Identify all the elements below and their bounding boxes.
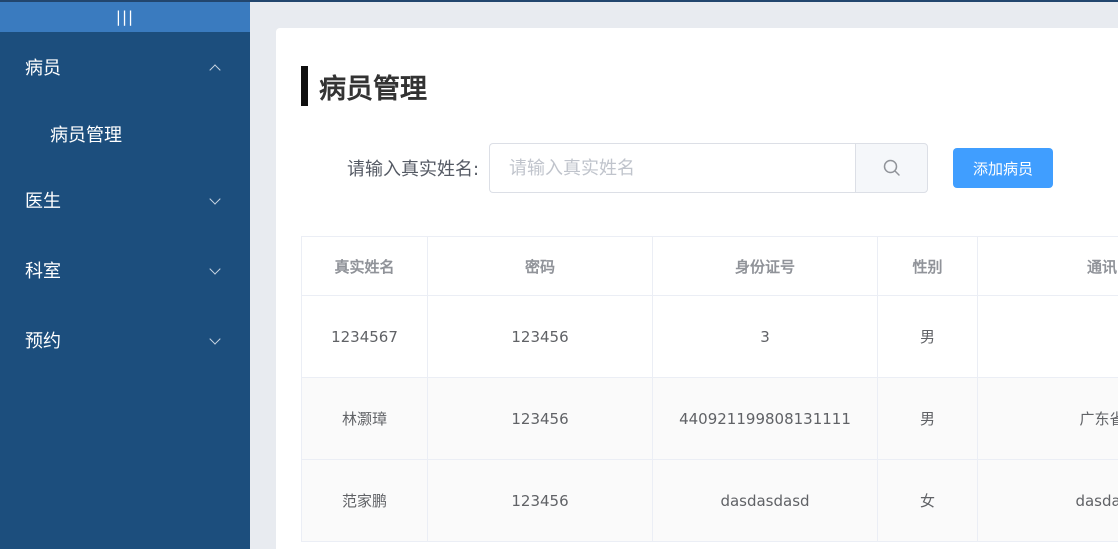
menu-item-label: 科室 [25,261,61,282]
menu-item-doctors[interactable]: 医生 [0,165,250,235]
chevron-up-icon [209,64,221,76]
add-patient-button[interactable]: 添加病员 [953,148,1053,188]
submenu-item-label: 病员管理 [50,124,122,146]
menu-item-label: 医生 [25,191,61,212]
table-cell: 广东省 [977,377,1118,460]
chevron-down-icon [209,193,221,205]
search-button[interactable] [855,143,928,193]
table-cell: 男 [877,377,978,460]
search-icon [883,159,900,176]
page-title: 病员管理 [301,66,427,106]
table-cell: 3 [652,295,878,378]
submenu-item-patient-management[interactable]: 病员管理 [0,102,250,165]
table-cell: 123456 [427,295,653,378]
sidebar-menu: 病员 病员管理 医生 科室 预约 [0,32,250,375]
table-cell: 范家鹏 [301,459,428,542]
column-header: 通讯 [977,236,1118,296]
patient-table: 真实姓名 密码 身份证号 性别 通讯 1234567 123456 3 男 林灏… [301,236,1118,542]
patient-table-wrapper: 真实姓名 密码 身份证号 性别 通讯 1234567 123456 3 男 林灏… [301,236,1118,549]
table-row[interactable]: 林灏璋 123456 440921199808131111 男 广东省 [301,377,1118,460]
table-cell: dasdas [977,459,1118,542]
table-row[interactable]: 范家鹏 123456 dasdasdasd 女 dasdas [301,459,1118,542]
table-cell [977,295,1118,378]
table-cell: 林灏璋 [301,377,428,460]
search-input[interactable] [489,143,856,193]
sidebar: ||| 病员 病员管理 医生 科室 预约 [0,0,250,549]
column-header: 真实姓名 [301,236,428,296]
search-label: 请输入真实姓名: [347,159,480,180]
column-header: 性别 [877,236,978,296]
table-cell: 男 [877,295,978,378]
top-strip [250,0,1118,2]
table-cell: 女 [877,459,978,542]
chevron-down-icon [209,333,221,345]
table-cell: dasdasdasd [652,459,878,542]
column-header: 身份证号 [652,236,878,296]
column-header: 密码 [427,236,653,296]
table-cell: 440921199808131111 [652,377,878,460]
chevron-down-icon [209,263,221,275]
table-header-row: 真实姓名 密码 身份证号 性别 通讯 [301,236,1118,296]
menu-item-departments[interactable]: 科室 [0,235,250,305]
table-cell: 1234567 [301,295,428,378]
table-cell: 123456 [427,377,653,460]
menu-item-label: 预约 [25,331,61,352]
table-cell: 123456 [427,459,653,542]
menu-item-patients[interactable]: 病员 [0,32,250,102]
menu-item-appointments[interactable]: 预约 [0,305,250,375]
menu-item-label: 病员 [25,58,61,79]
sidebar-collapse-toggle[interactable]: ||| [0,0,250,32]
table-row[interactable]: 1234567 123456 3 男 [301,295,1118,378]
